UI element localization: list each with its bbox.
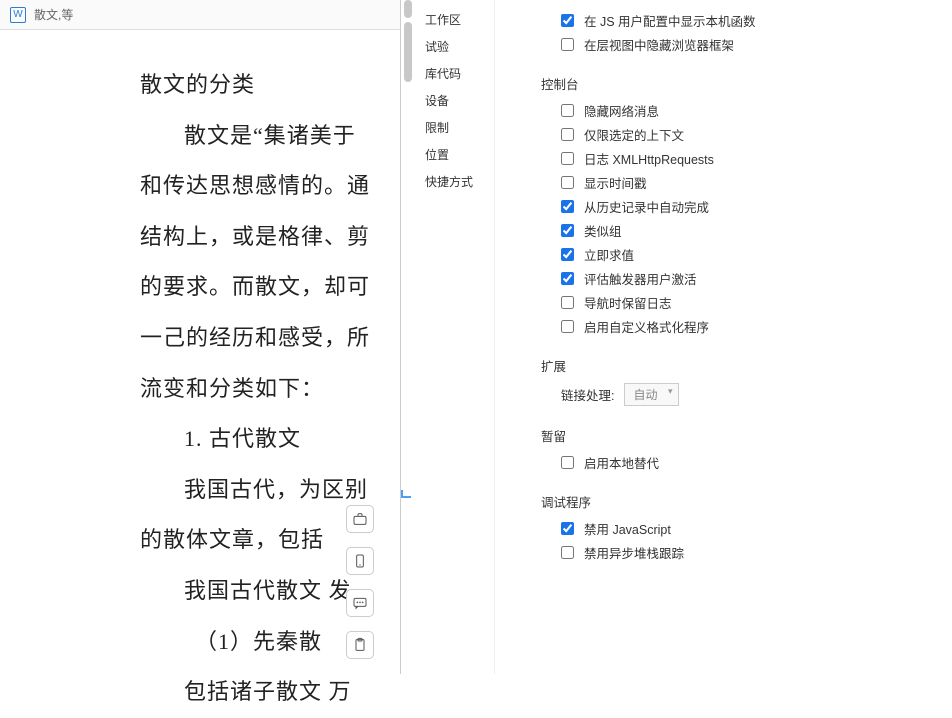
sidebar-item-devices[interactable]: 设备 — [415, 87, 494, 114]
sidebar-item-locations[interactable]: 位置 — [415, 141, 494, 168]
section-persistence: 暂留 — [541, 426, 942, 445]
doc-line: 散文的分类 — [140, 60, 380, 111]
checkbox[interactable] — [561, 176, 574, 189]
checkbox[interactable] — [561, 224, 574, 237]
option-hide-network[interactable]: 隐藏网络消息 — [561, 101, 942, 120]
doc-line: 散文是“集诸美于 — [140, 111, 380, 162]
document-pane: W 散文,等 散文的分类 散文是“集诸美于 和传达思想感情的。通 结构上，或是格… — [0, 0, 400, 674]
scroll-marker-icon — [401, 490, 411, 498]
option-label: 从历史记录中自动完成 — [584, 197, 709, 216]
option-label: 导航时保留日志 — [584, 293, 672, 312]
option-label: 在层视图中隐藏浏览器框架 — [584, 35, 734, 54]
option-timestamps[interactable]: 显示时间戳 — [561, 173, 942, 192]
doc-line: 的要求。而散文，却可 — [140, 262, 380, 313]
checkbox[interactable] — [561, 104, 574, 117]
mobile-icon[interactable] — [346, 547, 374, 575]
word-file-icon: W — [10, 7, 26, 23]
option-group-similar[interactable]: 类似组 — [561, 221, 942, 240]
option-label: 禁用异步堆栈跟踪 — [584, 543, 684, 562]
checkbox[interactable] — [561, 14, 574, 27]
document-tab[interactable]: W 散文,等 — [0, 0, 400, 30]
option-disable-async-stack[interactable]: 禁用异步堆栈跟踪 — [561, 543, 942, 562]
option-user-activation[interactable]: 评估触发器用户激活 — [561, 269, 942, 288]
option-log-xhr[interactable]: 日志 XMLHttpRequests — [561, 149, 942, 168]
checkbox[interactable] — [561, 296, 574, 309]
section-debugger: 调试程序 — [541, 492, 942, 511]
checkbox[interactable] — [561, 546, 574, 559]
doc-line: 包括诸子散文 万 — [140, 667, 380, 718]
checkbox[interactable] — [561, 248, 574, 261]
section-extensions: 扩展 — [541, 356, 942, 375]
sidebar-item-shortcuts[interactable]: 快捷方式 — [415, 168, 494, 195]
section-console: 控制台 — [541, 74, 942, 93]
option-label: 隐藏网络消息 — [584, 101, 659, 120]
devtools-pane: 工作区 试验 库代码 设备 限制 位置 快捷方式 在 JS 用户配置中显示本机函… — [400, 0, 952, 674]
option-show-native[interactable]: 在 JS 用户配置中显示本机函数 — [561, 11, 942, 30]
sidebar-item-workspace[interactable]: 工作区 — [415, 6, 494, 33]
checkbox[interactable] — [561, 38, 574, 51]
doc-line: 一己的经历和感受，所 — [140, 313, 380, 364]
document-title: 散文,等 — [34, 6, 73, 23]
sidebar-item-throttling[interactable]: 限制 — [415, 114, 494, 141]
option-hide-chrome-frame[interactable]: 在层视图中隐藏浏览器框架 — [561, 35, 942, 54]
option-selected-context[interactable]: 仅限选定的上下文 — [561, 125, 942, 144]
doc-line: 结构上，或是格律、剪 — [140, 212, 380, 263]
option-label: 启用本地替代 — [584, 453, 659, 472]
option-local-overrides[interactable]: 启用本地替代 — [561, 453, 942, 472]
link-handling-row: 链接处理: 自动 — [561, 383, 942, 406]
clipboard-icon[interactable] — [346, 631, 374, 659]
option-label: 日志 XMLHttpRequests — [584, 149, 714, 168]
sidebar-item-library[interactable]: 库代码 — [415, 60, 494, 87]
devtools-scrollbar[interactable] — [404, 0, 412, 674]
chat-icon[interactable] — [346, 589, 374, 617]
briefcase-icon[interactable] — [346, 505, 374, 533]
checkbox[interactable] — [561, 272, 574, 285]
option-eager-eval[interactable]: 立即求值 — [561, 245, 942, 264]
option-label: 类似组 — [584, 221, 622, 240]
doc-line: 1. 古代散文 — [140, 414, 380, 465]
option-label: 在 JS 用户配置中显示本机函数 — [584, 11, 756, 30]
option-label: 立即求值 — [584, 245, 634, 264]
option-label: 仅限选定的上下文 — [584, 125, 684, 144]
checkbox[interactable] — [561, 522, 574, 535]
option-custom-formatters[interactable]: 启用自定义格式化程序 — [561, 317, 942, 336]
sidebar-item-experiments[interactable]: 试验 — [415, 33, 494, 60]
checkbox[interactable] — [561, 200, 574, 213]
option-label: 显示时间戳 — [584, 173, 647, 192]
checkbox[interactable] — [561, 152, 574, 165]
settings-content: 在 JS 用户配置中显示本机函数 在层视图中隐藏浏览器框架 控制台 隐藏网络消息… — [501, 0, 952, 674]
link-handling-label: 链接处理: — [561, 385, 614, 404]
doc-line: 和传达思想感情的。通 — [140, 161, 380, 212]
settings-sidebar: 工作区 试验 库代码 设备 限制 位置 快捷方式 — [415, 0, 495, 674]
floating-toolbar — [340, 505, 380, 659]
link-handling-select[interactable]: 自动 — [624, 383, 678, 406]
checkbox[interactable] — [561, 128, 574, 141]
checkbox[interactable] — [561, 456, 574, 469]
option-label: 禁用 JavaScript — [584, 519, 671, 538]
option-label: 启用自定义格式化程序 — [584, 317, 709, 336]
option-preserve-log[interactable]: 导航时保留日志 — [561, 293, 942, 312]
doc-line: 流变和分类如下： — [140, 364, 380, 415]
option-autocomplete-history[interactable]: 从历史记录中自动完成 — [561, 197, 942, 216]
checkbox[interactable] — [561, 320, 574, 333]
option-disable-js[interactable]: 禁用 JavaScript — [561, 519, 942, 538]
option-label: 评估触发器用户激活 — [584, 269, 697, 288]
